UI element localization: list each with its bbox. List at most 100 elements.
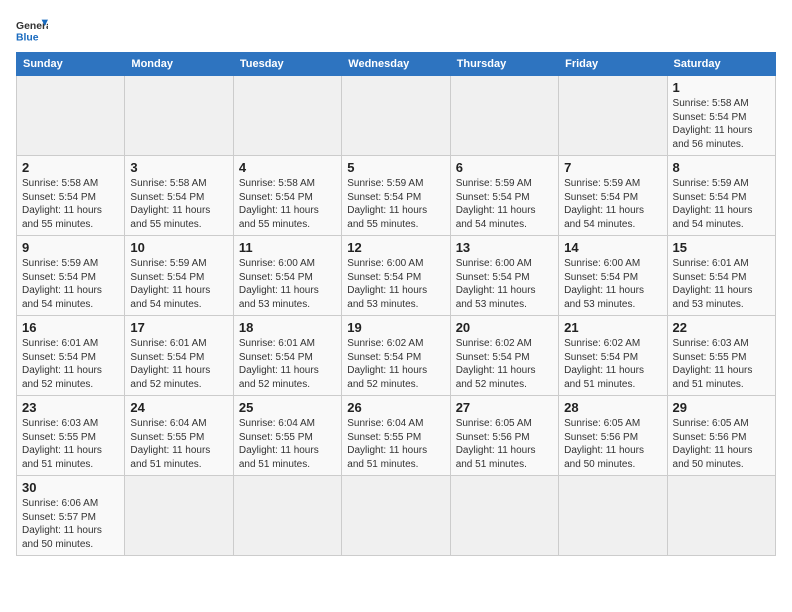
day-number: 2	[22, 160, 119, 175]
calendar-week-row: 16 Sunrise: 6:01 AM Sunset: 5:54 PM Dayli…	[17, 316, 776, 396]
calendar-cell: 28Sunrise: 6:05 AM Sunset: 5:56 PM Dayli…	[559, 396, 667, 476]
calendar-cell: 6Sunrise: 5:59 AM Sunset: 5:54 PM Daylig…	[450, 156, 558, 236]
calendar-cell: 21 Sunrise: 6:02 AM Sunset: 5:54 PM Dayli…	[559, 316, 667, 396]
weekday-header-sunday: Sunday	[17, 53, 125, 76]
calendar-cell: 29Sunrise: 6:05 AM Sunset: 5:56 PM Dayli…	[667, 396, 775, 476]
day-number: 27	[456, 400, 553, 415]
day-info: Sunrise: 6:05 AM Sunset: 5:56 PM Dayligh…	[673, 417, 770, 471]
calendar-cell	[125, 476, 233, 556]
day-number: 7	[564, 160, 661, 175]
calendar-cell	[233, 76, 341, 156]
calendar-cell	[233, 476, 341, 556]
day-number: 25	[239, 400, 336, 415]
calendar-table: SundayMondayTuesdayWednesdayThursdayFrid…	[16, 52, 776, 556]
calendar-cell: 23Sunrise: 6:03 AM Sunset: 5:55 PM Dayli…	[17, 396, 125, 476]
day-number: 13	[456, 240, 553, 255]
day-info: Sunrise: 6:02 AM Sunset: 5:54 PM Dayligh…	[347, 337, 444, 391]
calendar-cell: 13 Sunrise: 6:00 AM Sunset: 5:54 PM Dayli…	[450, 236, 558, 316]
weekday-header-friday: Friday	[559, 53, 667, 76]
calendar-cell: 27Sunrise: 6:05 AM Sunset: 5:56 PM Dayli…	[450, 396, 558, 476]
calendar-cell: 3Sunrise: 5:58 AM Sunset: 5:54 PM Daylig…	[125, 156, 233, 236]
day-number: 21	[564, 320, 661, 335]
day-number: 26	[347, 400, 444, 415]
day-info: Sunrise: 6:01 AM Sunset: 5:54 PM Dayligh…	[239, 337, 336, 391]
calendar-cell: 26 Sunrise: 6:04 AM Sunset: 5:55 PM Dayli…	[342, 396, 450, 476]
day-number: 30	[22, 480, 119, 495]
day-info: Sunrise: 6:01 AM Sunset: 5:54 PM Dayligh…	[22, 337, 119, 391]
calendar-week-row: 1 Sunrise: 5:58 AM Sunset: 5:54 PM Daylig…	[17, 76, 776, 156]
day-info: Sunrise: 6:00 AM Sunset: 5:54 PM Dayligh…	[456, 257, 553, 311]
day-number: 11	[239, 240, 336, 255]
day-info: Sunrise: 6:04 AM Sunset: 5:55 PM Dayligh…	[347, 417, 444, 471]
calendar-cell: 20Sunrise: 6:02 AM Sunset: 5:54 PM Dayli…	[450, 316, 558, 396]
calendar-cell: 11 Sunrise: 6:00 AM Sunset: 5:54 PM Dayli…	[233, 236, 341, 316]
day-info: Sunrise: 6:00 AM Sunset: 5:54 PM Dayligh…	[564, 257, 661, 311]
day-info: Sunrise: 5:58 AM Sunset: 5:54 PM Dayligh…	[22, 177, 119, 231]
day-info: Sunrise: 6:03 AM Sunset: 5:55 PM Dayligh…	[673, 337, 770, 391]
day-number: 28	[564, 400, 661, 415]
day-number: 24	[130, 400, 227, 415]
day-number: 20	[456, 320, 553, 335]
day-info: Sunrise: 5:59 AM Sunset: 5:54 PM Dayligh…	[564, 177, 661, 231]
day-info: Sunrise: 5:59 AM Sunset: 5:54 PM Dayligh…	[347, 177, 444, 231]
day-number: 1	[673, 80, 770, 95]
day-info: Sunrise: 6:01 AM Sunset: 5:54 PM Dayligh…	[130, 337, 227, 391]
calendar-cell: 12 Sunrise: 6:00 AM Sunset: 5:54 PM Dayli…	[342, 236, 450, 316]
calendar-cell	[667, 476, 775, 556]
weekday-header-tuesday: Tuesday	[233, 53, 341, 76]
day-info: Sunrise: 6:04 AM Sunset: 5:55 PM Dayligh…	[130, 417, 227, 471]
calendar-cell	[125, 76, 233, 156]
weekday-header-wednesday: Wednesday	[342, 53, 450, 76]
day-number: 10	[130, 240, 227, 255]
calendar-cell	[17, 76, 125, 156]
calendar-week-row: 23Sunrise: 6:03 AM Sunset: 5:55 PM Dayli…	[17, 396, 776, 476]
logo: General Blue	[16, 16, 52, 44]
day-number: 5	[347, 160, 444, 175]
day-info: Sunrise: 5:58 AM Sunset: 5:54 PM Dayligh…	[130, 177, 227, 231]
calendar-cell: 4 Sunrise: 5:58 AM Sunset: 5:54 PM Daylig…	[233, 156, 341, 236]
calendar-cell: 24 Sunrise: 6:04 AM Sunset: 5:55 PM Dayli…	[125, 396, 233, 476]
calendar-cell: 1 Sunrise: 5:58 AM Sunset: 5:54 PM Daylig…	[667, 76, 775, 156]
calendar-cell: 18 Sunrise: 6:01 AM Sunset: 5:54 PM Dayli…	[233, 316, 341, 396]
calendar-week-row: 2 Sunrise: 5:58 AM Sunset: 5:54 PM Daylig…	[17, 156, 776, 236]
day-info: Sunrise: 6:02 AM Sunset: 5:54 PM Dayligh…	[564, 337, 661, 391]
calendar-cell: 25 Sunrise: 6:04 AM Sunset: 5:55 PM Dayli…	[233, 396, 341, 476]
calendar-cell	[450, 476, 558, 556]
calendar-cell: 19 Sunrise: 6:02 AM Sunset: 5:54 PM Dayli…	[342, 316, 450, 396]
page-header: General Blue	[16, 16, 776, 44]
calendar-week-row: 9 Sunrise: 5:59 AM Sunset: 5:54 PM Daylig…	[17, 236, 776, 316]
day-number: 12	[347, 240, 444, 255]
day-number: 18	[239, 320, 336, 335]
day-info: Sunrise: 5:59 AM Sunset: 5:54 PM Dayligh…	[22, 257, 119, 311]
day-number: 4	[239, 160, 336, 175]
calendar-cell: 9 Sunrise: 5:59 AM Sunset: 5:54 PM Daylig…	[17, 236, 125, 316]
calendar-cell: 22 Sunrise: 6:03 AM Sunset: 5:55 PM Dayli…	[667, 316, 775, 396]
calendar-cell: 16 Sunrise: 6:01 AM Sunset: 5:54 PM Dayli…	[17, 316, 125, 396]
calendar-cell: 14Sunrise: 6:00 AM Sunset: 5:54 PM Dayli…	[559, 236, 667, 316]
calendar-cell: 8Sunrise: 5:59 AM Sunset: 5:54 PM Daylig…	[667, 156, 775, 236]
day-number: 17	[130, 320, 227, 335]
day-info: Sunrise: 6:04 AM Sunset: 5:55 PM Dayligh…	[239, 417, 336, 471]
day-number: 16	[22, 320, 119, 335]
day-info: Sunrise: 6:06 AM Sunset: 5:57 PM Dayligh…	[22, 497, 119, 551]
svg-text:General: General	[16, 21, 48, 32]
calendar-cell: 7 Sunrise: 5:59 AM Sunset: 5:54 PM Daylig…	[559, 156, 667, 236]
day-info: Sunrise: 5:58 AM Sunset: 5:54 PM Dayligh…	[673, 97, 770, 151]
day-info: Sunrise: 5:59 AM Sunset: 5:54 PM Dayligh…	[130, 257, 227, 311]
calendar-week-row: 30 Sunrise: 6:06 AM Sunset: 5:57 PM Dayli…	[17, 476, 776, 556]
day-info: Sunrise: 6:03 AM Sunset: 5:55 PM Dayligh…	[22, 417, 119, 471]
logo-icon: General Blue	[16, 16, 48, 44]
calendar-cell: 15Sunrise: 6:01 AM Sunset: 5:54 PM Dayli…	[667, 236, 775, 316]
calendar-cell: 30 Sunrise: 6:06 AM Sunset: 5:57 PM Dayli…	[17, 476, 125, 556]
day-info: Sunrise: 5:58 AM Sunset: 5:54 PM Dayligh…	[239, 177, 336, 231]
day-info: Sunrise: 6:00 AM Sunset: 5:54 PM Dayligh…	[239, 257, 336, 311]
day-number: 9	[22, 240, 119, 255]
day-info: Sunrise: 6:00 AM Sunset: 5:54 PM Dayligh…	[347, 257, 444, 311]
calendar-cell	[450, 76, 558, 156]
calendar-cell: 17 Sunrise: 6:01 AM Sunset: 5:54 PM Dayli…	[125, 316, 233, 396]
calendar-cell	[342, 476, 450, 556]
weekday-header-row: SundayMondayTuesdayWednesdayThursdayFrid…	[17, 53, 776, 76]
day-number: 22	[673, 320, 770, 335]
day-info: Sunrise: 6:01 AM Sunset: 5:54 PM Dayligh…	[673, 257, 770, 311]
day-number: 19	[347, 320, 444, 335]
